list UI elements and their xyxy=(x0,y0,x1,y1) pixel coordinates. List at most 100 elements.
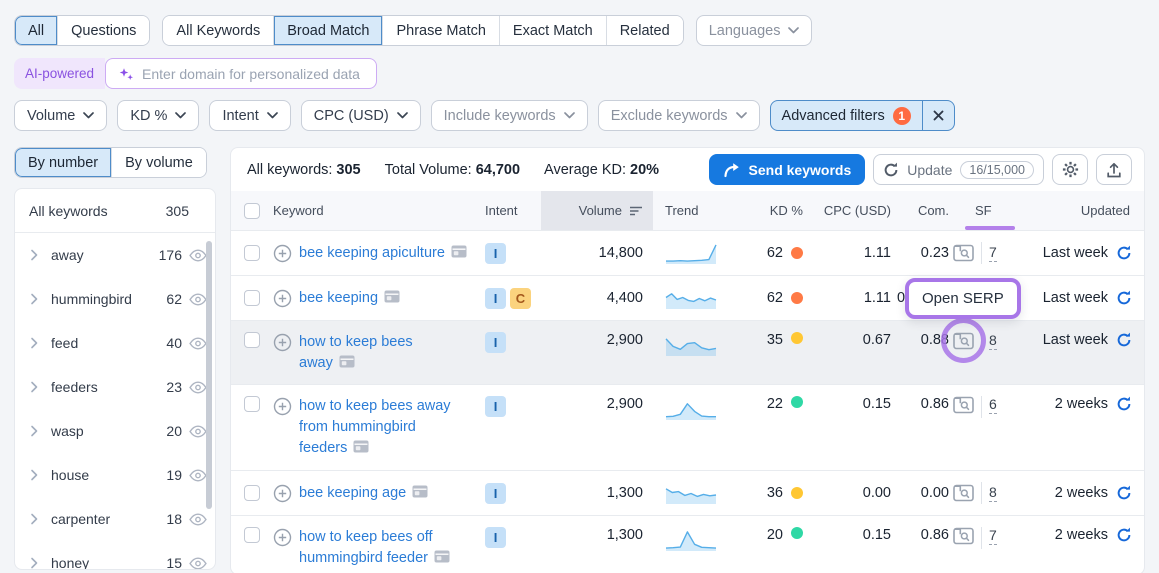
chevron-right-icon[interactable] xyxy=(29,513,45,525)
open-serp-button[interactable] xyxy=(953,527,974,545)
sidebar-item-feed[interactable]: feed40 xyxy=(15,321,215,365)
send-keywords-button[interactable]: Send keywords xyxy=(709,154,866,185)
tab-phrase-match[interactable]: Phrase Match xyxy=(382,16,498,45)
tab-questions[interactable]: Questions xyxy=(57,16,149,45)
row-checkbox[interactable] xyxy=(244,527,260,543)
add-keyword-icon[interactable] xyxy=(273,396,292,416)
refresh-icon[interactable] xyxy=(1116,527,1132,543)
chevron-right-icon[interactable] xyxy=(29,469,45,481)
eye-icon[interactable] xyxy=(189,337,207,350)
filter-dropdown-intent[interactable]: Intent xyxy=(209,100,290,131)
eye-icon[interactable] xyxy=(189,557,207,570)
keyword-link[interactable]: bee keeping age xyxy=(299,483,428,504)
chevron-right-icon[interactable] xyxy=(29,425,45,437)
chevron-right-icon[interactable] xyxy=(29,337,45,349)
languages-dropdown[interactable]: Languages xyxy=(696,15,813,46)
intent-badges: I xyxy=(485,231,541,275)
updated-value: 2 weeks xyxy=(1055,527,1108,543)
sidebar-item-house[interactable]: house19 xyxy=(15,453,215,497)
row-checkbox[interactable] xyxy=(244,245,260,261)
sidebar-item-feeders[interactable]: feeders23 xyxy=(15,365,215,409)
chevron-right-icon[interactable] xyxy=(29,249,45,261)
keyword-link[interactable]: how to keep bees awayfrom hummingbirdfee… xyxy=(299,396,451,459)
keyword-link[interactable]: bee keeping apiculture xyxy=(299,243,467,264)
column-header-kd[interactable]: KD % xyxy=(729,191,803,230)
serp-features-count[interactable]: 8 xyxy=(989,484,997,502)
refresh-icon[interactable] xyxy=(1116,396,1132,412)
sidebar-tab-by-volume[interactable]: By volume xyxy=(111,148,206,177)
advanced-filters-button[interactable]: Advanced filters 1 xyxy=(771,101,922,130)
open-serp-button[interactable] xyxy=(953,244,974,262)
refresh-icon[interactable] xyxy=(1116,245,1132,261)
filter-dropdown-exclude-keywords[interactable]: Exclude keywords xyxy=(598,100,760,131)
table-body: bee keeping apiculture I 14,800 62 1.11 … xyxy=(231,231,1144,573)
open-serp-button[interactable] xyxy=(953,332,974,350)
sidebar-item-honey[interactable]: honey15 xyxy=(15,541,215,570)
eye-icon[interactable] xyxy=(189,381,207,394)
add-keyword-icon[interactable] xyxy=(273,527,292,547)
sidebar-item-carpenter[interactable]: carpenter18 xyxy=(15,497,215,541)
keyword-link[interactable]: bee keeping xyxy=(299,288,400,309)
column-header-volume[interactable]: Volume xyxy=(541,191,653,230)
filter-dropdown-volume[interactable]: Volume xyxy=(14,100,107,131)
tab-related[interactable]: Related xyxy=(606,16,683,45)
keyword-link[interactable]: how to keep beesaway xyxy=(299,332,413,374)
export-button[interactable] xyxy=(1096,154,1132,185)
eye-icon[interactable] xyxy=(189,425,207,438)
refresh-icon[interactable] xyxy=(1116,485,1132,501)
sidebar-tab-by-number[interactable]: By number xyxy=(15,148,111,177)
add-keyword-icon[interactable] xyxy=(273,288,292,308)
eye-icon[interactable] xyxy=(189,293,207,306)
sidebar-scrollbar[interactable] xyxy=(206,241,212,509)
refresh-icon[interactable] xyxy=(1116,290,1132,306)
table-settings-button[interactable] xyxy=(1052,154,1088,185)
keyword-link[interactable]: how to keep bees offhummingbird feeder xyxy=(299,527,450,569)
add-keyword-icon[interactable] xyxy=(273,483,292,503)
clear-advanced-filters-button[interactable] xyxy=(922,101,954,130)
domain-input[interactable] xyxy=(142,66,365,82)
tab-exact-match[interactable]: Exact Match xyxy=(499,16,606,45)
add-keyword-icon[interactable] xyxy=(273,332,292,352)
column-header-cpc[interactable]: CPC (USD) xyxy=(803,191,891,230)
chevron-right-icon[interactable] xyxy=(29,381,45,393)
serp-features-count[interactable]: 6 xyxy=(989,396,997,414)
all-keywords-group-header[interactable]: All keywords 305 xyxy=(15,189,215,233)
update-button[interactable]: Update 16/15,000 xyxy=(873,154,1044,185)
serp-features-count[interactable]: 8 xyxy=(989,332,997,350)
serp-features-count[interactable]: 7 xyxy=(989,244,997,262)
eye-icon[interactable] xyxy=(189,469,207,482)
refresh-icon xyxy=(883,162,899,178)
tab-all[interactable]: All xyxy=(15,16,57,45)
column-header-com[interactable]: Com. xyxy=(891,191,949,230)
column-header-intent[interactable]: Intent xyxy=(485,191,541,230)
column-header-updated[interactable]: Updated xyxy=(1025,191,1145,230)
filter-dropdown-kd-[interactable]: KD % xyxy=(117,100,199,131)
serp-features-count[interactable]: 7 xyxy=(989,527,997,545)
sort-descending-icon xyxy=(629,205,643,217)
tab-all-keywords[interactable]: All Keywords xyxy=(163,16,273,45)
eye-icon[interactable] xyxy=(189,513,207,526)
column-header-keyword[interactable]: Keyword xyxy=(273,191,485,230)
row-checkbox[interactable] xyxy=(244,485,260,501)
open-serp-button[interactable] xyxy=(953,484,974,502)
chevron-right-icon[interactable] xyxy=(29,557,45,569)
row-checkbox[interactable] xyxy=(244,332,260,348)
column-header-trend[interactable]: Trend xyxy=(653,191,729,230)
row-checkbox[interactable] xyxy=(244,396,260,412)
tab-broad-match[interactable]: Broad Match xyxy=(273,16,382,45)
filter-dropdown-cpc-usd-[interactable]: CPC (USD) xyxy=(301,100,421,131)
add-keyword-icon[interactable] xyxy=(273,243,292,263)
filter-dropdown-include-keywords[interactable]: Include keywords xyxy=(431,100,588,131)
refresh-icon[interactable] xyxy=(1116,332,1132,348)
kd-difficulty-dot xyxy=(791,292,803,304)
intent-badge-i: I xyxy=(485,527,506,548)
select-all-checkbox[interactable] xyxy=(244,203,260,219)
sidebar-item-hummingbird[interactable]: hummingbird62 xyxy=(15,277,215,321)
row-checkbox[interactable] xyxy=(244,290,260,306)
eye-icon[interactable] xyxy=(189,249,207,262)
column-header-sf[interactable]: SF xyxy=(949,191,1025,230)
open-serp-button[interactable] xyxy=(953,396,974,414)
chevron-right-icon[interactable] xyxy=(29,293,45,305)
sidebar-item-away[interactable]: away176 xyxy=(15,233,215,277)
sidebar-item-wasp[interactable]: wasp20 xyxy=(15,409,215,453)
